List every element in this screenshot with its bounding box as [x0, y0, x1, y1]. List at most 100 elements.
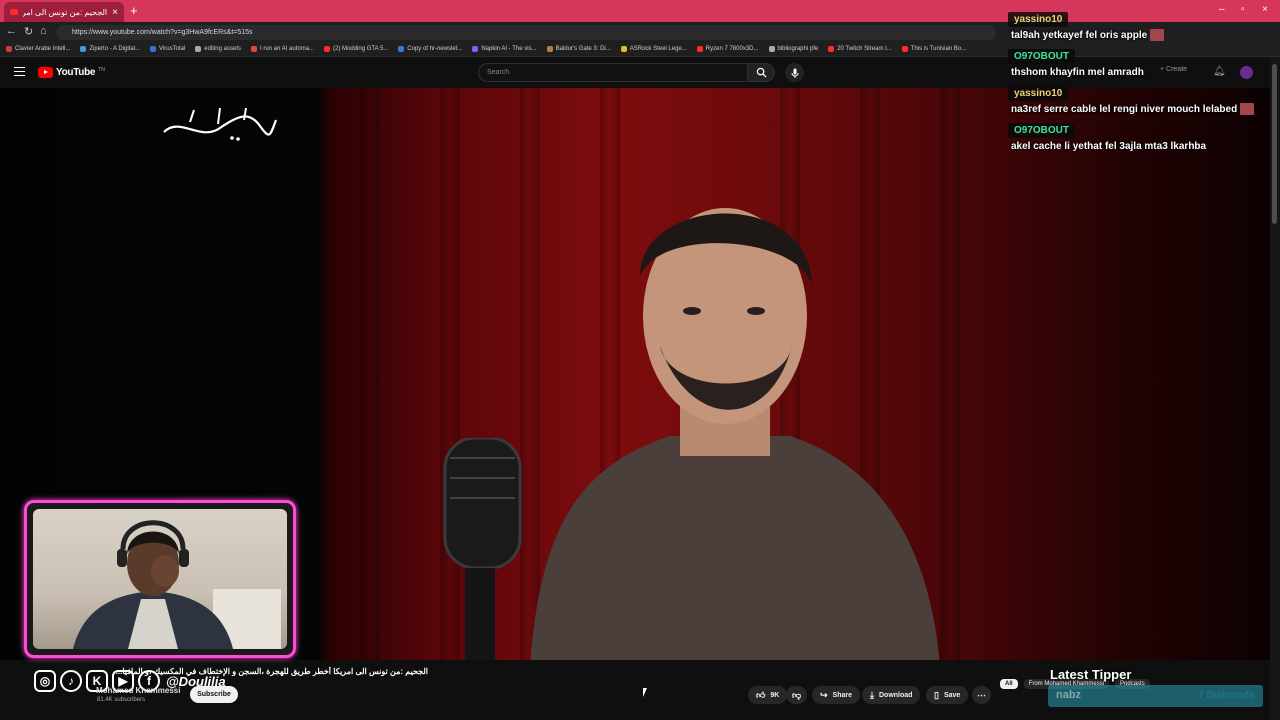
tab-title: الجحيم :من تونس الى امريكا أخطر طريق [23, 7, 108, 17]
bookmark-item[interactable]: This is Tunisian Bo... [901, 46, 966, 52]
bookmark-label: I run an AI automa... [260, 46, 315, 52]
voice-search-button[interactable] [785, 63, 804, 82]
bookmark-item[interactable]: Ziperto - A Digital... [80, 46, 140, 52]
like-count: 9K [770, 691, 780, 699]
chat-text: tal9ah yetkayef fel oris apple [1011, 30, 1148, 41]
search-input[interactable]: Search [478, 63, 748, 82]
bookmark-favicon-icon [6, 46, 12, 52]
chat-username: O97OBOUT [1008, 49, 1076, 64]
scrollbar-thumb[interactable] [1272, 64, 1277, 224]
bookmark-label: Napkin AI - The vis... [481, 46, 537, 52]
share-icon: ↪ [820, 689, 828, 700]
streamer-figure [73, 520, 281, 649]
chat-username: yassino10 [1008, 12, 1069, 27]
close-tab-icon[interactable]: × [112, 7, 118, 18]
bookmark-item[interactable]: Copy of hr-newslet... [398, 46, 462, 52]
bookmark-item[interactable]: ASRock Steel Lege... [620, 46, 687, 52]
bookmark-label: Ziperto - A Digital... [89, 46, 141, 52]
bookmark-item[interactable]: (2) Modding GTA 5... [324, 46, 388, 52]
bookmark-label: (2) Modding GTA 5... [333, 46, 389, 52]
curtain-fold [940, 88, 960, 660]
chat-message: yassino10 na3ref serre cable lel rengi ni… [1008, 83, 1270, 118]
bookmark-item[interactable]: Clavier Arabe Intell... [6, 46, 70, 52]
bookmark-favicon-icon [195, 46, 202, 52]
bookmark-favicon-icon [620, 46, 627, 52]
instagram-icon: ◎ [34, 670, 56, 692]
reload-icon[interactable]: ↻ [24, 25, 33, 38]
bookmark-label: Clavier Arabe Intell... [15, 46, 71, 52]
more-actions-button[interactable]: ⋯ [972, 686, 991, 704]
bookmark-label: ASRock Steel Lege... [629, 46, 687, 52]
screen: الجحيم :من تونس الى امريكا أخطر طريق × +… [0, 0, 1280, 720]
chat-message: O97OBOUT thshom khayfin mel amradh [1008, 46, 1270, 81]
subscriber-count: 81.4K subscribers [97, 697, 146, 703]
bookmark-favicon-icon [901, 46, 908, 52]
chat-text: na3ref serre cable lel rengi niver mouch… [1011, 104, 1238, 115]
download-icon: ⤓ [870, 689, 874, 700]
search-button[interactable] [747, 63, 775, 82]
back-icon[interactable]: ← [6, 25, 17, 37]
chat-username: yassino10 [1008, 86, 1069, 101]
like-button[interactable]: 👍︎ 9K [748, 686, 788, 704]
microphone-icon [791, 68, 798, 78]
channel-name[interactable]: Mohamed Khammessi [96, 686, 180, 695]
podcast-guest-figure [530, 208, 940, 660]
bookmark-label: bibliographi pfe [777, 46, 819, 52]
youtube-play-icon [38, 67, 53, 78]
bookmark-label: 20 Twitch Stream I... [837, 46, 892, 52]
bookmark-label: VirusTotal [159, 46, 186, 52]
page-scrollbar[interactable] [1270, 58, 1280, 720]
share-label: Share [832, 691, 853, 699]
bookmark-item[interactable]: bibliographi pfe [768, 46, 819, 52]
bookmark-favicon-icon [251, 46, 257, 52]
bookmark-item[interactable]: Baldur's Gate 3: Di... [546, 46, 611, 52]
save-button[interactable]: ▯ Save [926, 686, 969, 704]
menu-icon[interactable] [14, 67, 25, 76]
bookmark-favicon-icon [696, 46, 703, 52]
bookmark-favicon-icon [324, 46, 331, 52]
bookmark-favicon-icon [80, 46, 87, 52]
bookmark-item[interactable]: 20 Twitch Stream I... [828, 46, 892, 52]
dislike-button[interactable]: 👎︎ [786, 686, 808, 704]
search-icon [756, 67, 767, 78]
chat-text: thshom khayfin mel amradh [1011, 67, 1144, 78]
subscribe-button[interactable]: Subscribe [190, 686, 238, 703]
bookmark-label: Copy of hr-newslet... [407, 46, 463, 52]
chat-emote-icon [1150, 29, 1165, 42]
home-icon[interactable]: ⌂ [40, 25, 47, 37]
save-label: Save [943, 691, 961, 699]
microphone-prop [443, 438, 522, 660]
bookmark-label: Baldur's Gate 3: Di... [555, 46, 611, 52]
bookmark-favicon-icon [472, 46, 479, 52]
bookmark-label: editing assets [204, 46, 241, 52]
stream-chat-overlay: yassino10 tal9ah yetkayef fel oris apple O… [1008, 9, 1270, 157]
webcam-feed [33, 509, 287, 649]
bookmark-item[interactable]: editing assets [195, 46, 241, 52]
address-bar[interactable]: https://www.youtube.com/watch?v=g3HwA9fc… [56, 25, 996, 40]
filter-chip[interactable]: All [1000, 679, 1018, 689]
tipper-amount: 7 Diamonds [1198, 690, 1255, 701]
youtube-logo[interactable]: YouTube TN [38, 67, 105, 78]
bookmark-item[interactable]: Napkin AI - The vis... [472, 46, 537, 52]
bookmark-favicon-icon [150, 46, 157, 52]
browser-tab[interactable]: الجحيم :من تونس الى امريكا أخطر طريق × [4, 2, 124, 22]
download-button[interactable]: ⤓ Download [862, 686, 921, 704]
video-title: الجحيم :من تونس الى امريكا أخطر طريق لله… [115, 667, 428, 676]
share-button[interactable]: ↪ Share [812, 686, 861, 704]
chat-message: yassino10 tal9ah yetkayef fel oris apple [1008, 9, 1270, 44]
mouse-cursor-icon [643, 688, 647, 697]
latest-tipper-label: Latest Tipper [1050, 667, 1132, 682]
bookmark-item[interactable]: VirusTotal [150, 46, 185, 52]
chat-message: O97OBOUT akel cache li yethat fel 3ajla m… [1008, 120, 1270, 155]
curtain-fold [360, 88, 380, 660]
bookmark-item[interactable]: I run an AI automa... [251, 46, 314, 52]
url-text: https://www.youtube.com/watch?v=g3HwA9fc… [72, 29, 253, 36]
bookmark-label: Ryzen 7 7800x3D... [705, 46, 759, 52]
bookmark-item[interactable]: Ryzen 7 7800x3D... [696, 46, 759, 52]
bookmark-icon: ▯ [934, 689, 939, 700]
country-code: TN [98, 66, 105, 73]
streamer-webcam [24, 500, 296, 658]
bookmark-favicon-icon [398, 46, 405, 52]
new-tab-icon[interactable]: + [130, 3, 138, 18]
chat-username: O97OBOUT [1008, 123, 1076, 138]
